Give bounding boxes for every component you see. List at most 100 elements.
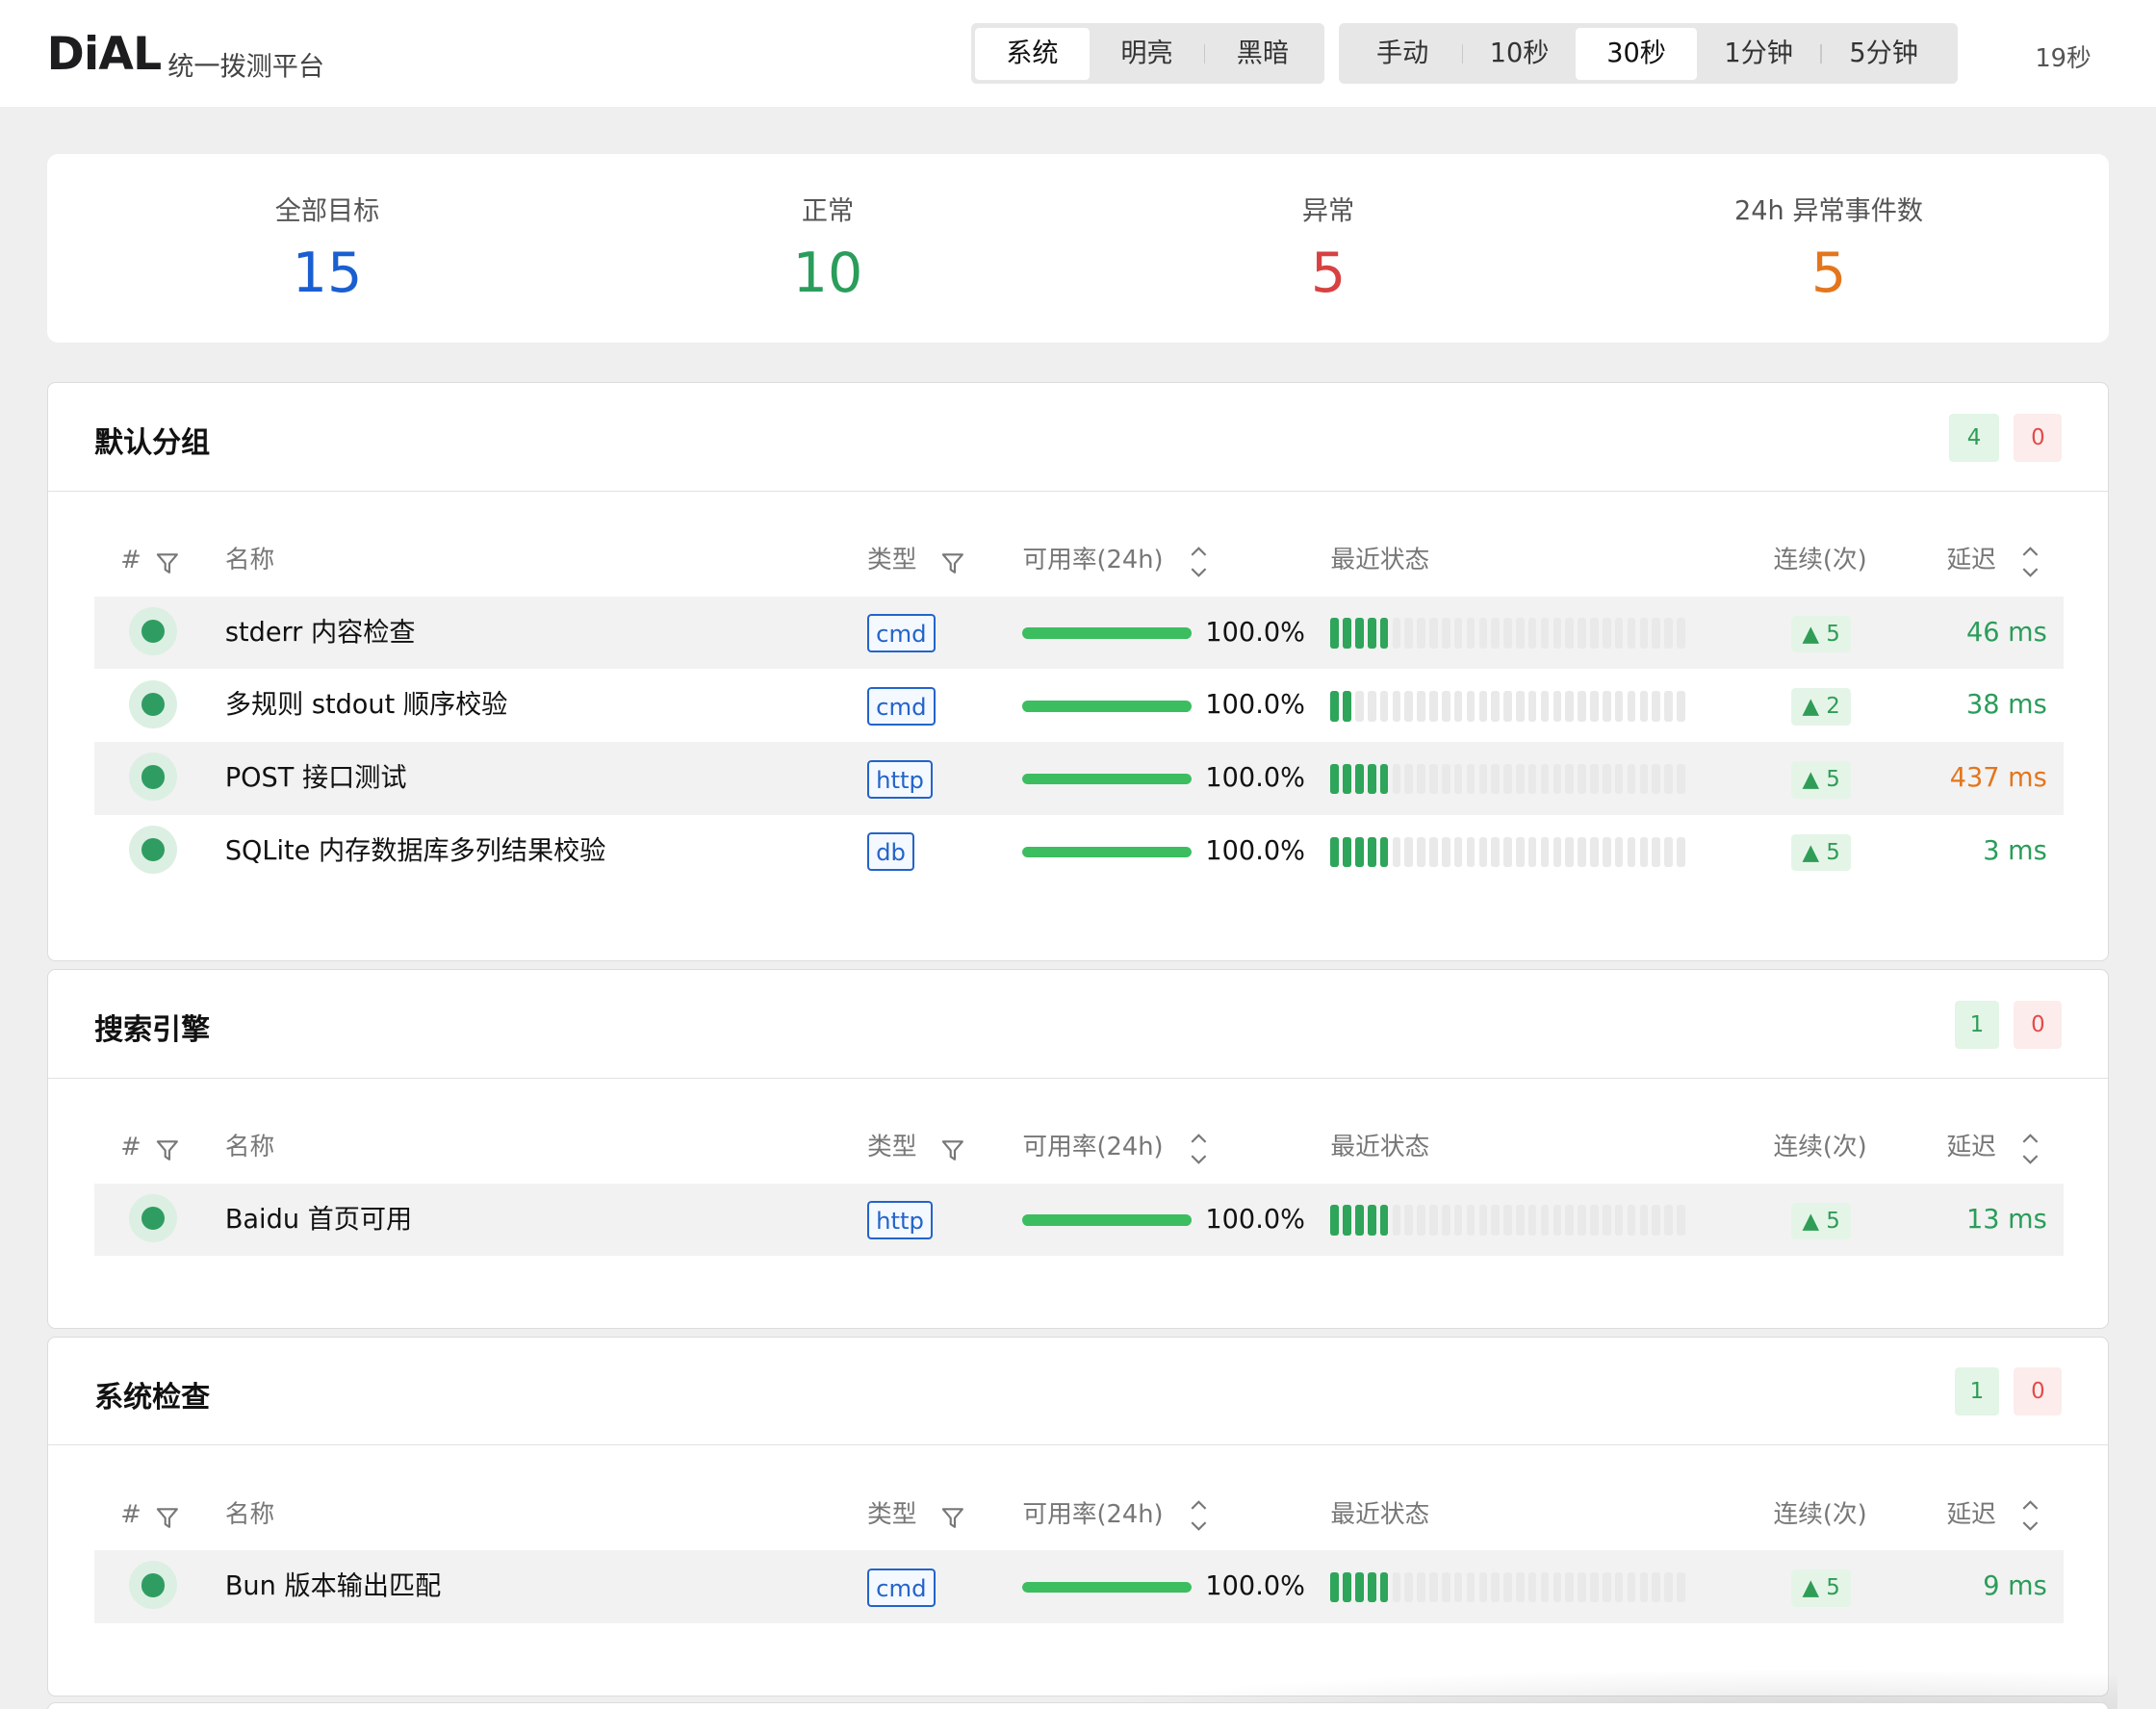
history-bar	[1355, 1205, 1364, 1236]
history-bar	[1343, 618, 1351, 649]
history-bar	[1330, 763, 1339, 795]
column-index: #	[120, 546, 141, 575]
stat-ok-value: 10	[792, 242, 863, 306]
history-bar	[1602, 618, 1611, 649]
history-bar	[1540, 763, 1550, 795]
history-bar	[1553, 618, 1562, 649]
sort-icon[interactable]	[2019, 1496, 2041, 1535]
history-bar	[1429, 1571, 1438, 1603]
history-bar	[1478, 691, 1488, 722]
filter-icon[interactable]	[940, 1137, 965, 1162]
sort-icon[interactable]	[1188, 543, 1210, 581]
latency-value: 46 ms	[1966, 617, 2047, 648]
refresh-option-1m[interactable]: 1分钟	[1697, 28, 1821, 80]
column-name: 名称	[224, 546, 275, 575]
history-bar	[1602, 691, 1611, 722]
status-dot-inner	[141, 765, 165, 789]
summary-card: 全部目标 15 正常 10 异常 5 24h 异常事件数 5	[46, 154, 2110, 343]
target-name[interactable]: Bun 版本输出匹配	[225, 1550, 441, 1623]
history-bar	[1379, 1205, 1389, 1236]
streak-badge: ▲ 5	[1791, 1202, 1852, 1240]
target-name[interactable]: POST 接口测试	[225, 742, 407, 815]
sort-icon[interactable]	[2019, 1130, 2041, 1168]
latency-value: 13 ms	[1966, 1204, 2047, 1235]
filter-icon[interactable]	[155, 1505, 180, 1530]
history-bar	[1639, 1205, 1649, 1236]
filter-icon[interactable]	[940, 1505, 965, 1530]
history-bar	[1590, 763, 1599, 795]
refresh-option-5m[interactable]: 5分钟	[1822, 28, 1946, 80]
sort-icon[interactable]	[2019, 543, 2041, 581]
history-bar	[1367, 1571, 1376, 1603]
refresh-option-30s[interactable]: 30秒	[1576, 27, 1697, 80]
table-row[interactable]: POST 接口测试 http 100.0% ▲ 5 437 ms	[94, 742, 2064, 815]
history-bar	[1565, 836, 1575, 867]
recent-status-history	[1330, 691, 1685, 722]
history-bar	[1590, 1571, 1599, 1603]
status-dot-inner	[141, 619, 165, 644]
column-type: 类型	[866, 546, 917, 575]
history-bar	[1677, 691, 1685, 722]
history-bar	[1627, 691, 1636, 722]
stat-total-label: 全部目标	[274, 196, 380, 227]
platform-subtitle: 统一拨测平台	[167, 52, 325, 83]
column-availability[interactable]: 可用率(24h)	[1022, 524, 1163, 596]
target-name[interactable]: stderr 内容检查	[225, 597, 416, 670]
availability-bar	[1022, 701, 1193, 712]
latency-value: 38 ms	[1966, 690, 2047, 721]
theme-option-light[interactable]: 明亮	[1090, 28, 1204, 80]
history-bar	[1453, 836, 1463, 867]
history-bar	[1503, 691, 1512, 722]
history-bar	[1330, 836, 1339, 867]
table-row[interactable]: 多规则 stdout 顺序校验 cmd 100.0% ▲ 2 38 ms	[94, 669, 2064, 742]
sort-icon[interactable]	[1188, 1130, 1210, 1168]
column-recent-status: 最近状态	[1330, 1133, 1430, 1162]
recent-status-history	[1330, 836, 1685, 867]
table-row[interactable]: Bun 版本输出匹配 cmd 100.0% ▲ 5 9 ms	[94, 1550, 2064, 1623]
streak-badge: ▲ 5	[1791, 761, 1852, 799]
column-latency[interactable]: 延迟	[1946, 1479, 1995, 1550]
filter-icon[interactable]	[155, 1137, 180, 1162]
history-bar	[1578, 618, 1586, 649]
table-row[interactable]: SQLite 内存数据库多列结果校验 db 100.0% ▲ 5 3 ms	[94, 815, 2064, 888]
history-bar	[1355, 1571, 1364, 1603]
history-bar	[1527, 1205, 1537, 1236]
target-name[interactable]: 多规则 stdout 顺序校验	[225, 669, 508, 742]
refresh-option-10s[interactable]: 10秒	[1463, 28, 1576, 80]
availability-value: 100.0%	[1205, 690, 1305, 721]
streak-badge: ▲ 5	[1791, 833, 1852, 872]
status-dot-icon	[128, 1561, 177, 1610]
theme-option-dark[interactable]: 黑暗	[1205, 28, 1320, 80]
group-ok-count-badge: 1	[1955, 1367, 1999, 1416]
history-bar	[1343, 836, 1351, 867]
theme-option-system[interactable]: 系统	[974, 27, 1090, 80]
history-bar	[1491, 1205, 1500, 1236]
stat-total: 全部目标 15	[121, 154, 534, 304]
history-bar	[1639, 763, 1649, 795]
history-bar	[1565, 618, 1575, 649]
column-latency[interactable]: 延迟	[1946, 1111, 1995, 1183]
history-bar	[1379, 763, 1389, 795]
history-bar	[1602, 763, 1611, 795]
history-bar	[1392, 763, 1401, 795]
history-bar	[1527, 763, 1537, 795]
column-latency[interactable]: 延迟	[1946, 524, 1995, 596]
history-bar	[1367, 1205, 1376, 1236]
sort-icon[interactable]	[1188, 1496, 1210, 1535]
recent-status-history	[1330, 618, 1685, 649]
filter-icon[interactable]	[940, 550, 965, 575]
history-bar	[1355, 618, 1364, 649]
history-bar	[1491, 763, 1500, 795]
stat-events-value: 5	[1810, 242, 1847, 306]
target-name[interactable]: SQLite 内存数据库多列结果校验	[225, 815, 606, 888]
table-row[interactable]: stderr 内容检查 cmd 100.0% ▲ 5 46 ms	[94, 596, 2064, 670]
history-bar	[1343, 1205, 1351, 1236]
column-availability[interactable]: 可用率(24h)	[1022, 1479, 1163, 1550]
table-row[interactable]: Baidu 首页可用 http 100.0% ▲ 5 13 ms	[94, 1183, 2064, 1257]
filter-icon[interactable]	[155, 550, 180, 575]
target-name[interactable]: Baidu 首页可用	[225, 1184, 412, 1257]
column-availability[interactable]: 可用率(24h)	[1022, 1111, 1163, 1183]
refresh-option-manual[interactable]: 手动	[1344, 28, 1462, 80]
history-bar	[1355, 691, 1364, 722]
history-bar	[1392, 618, 1401, 649]
